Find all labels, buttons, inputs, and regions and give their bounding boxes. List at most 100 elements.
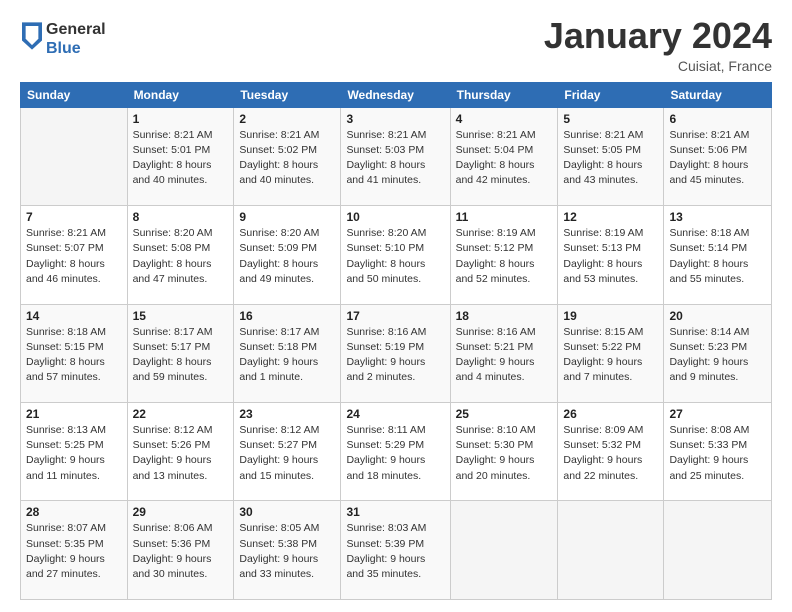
day-number: 7 [26,210,122,224]
weekday-header-monday: Monday [127,82,234,107]
day-info: Sunrise: 8:05 AM Sunset: 5:38 PM Dayligh… [239,521,335,582]
day-number: 28 [26,505,122,519]
day-number: 15 [133,309,229,323]
day-number: 25 [456,407,553,421]
logo-blue: Blue [46,39,106,58]
calendar-cell: 10 Sunrise: 8:20 AM Sunset: 5:10 PM Dayli… [341,206,450,304]
day-number: 11 [456,210,553,224]
weekday-header-row: SundayMondayTuesdayWednesdayThursdayFrid… [21,82,772,107]
day-info: Sunrise: 8:13 AM Sunset: 5:25 PM Dayligh… [26,423,122,484]
day-number: 9 [239,210,335,224]
calendar-cell: 18 Sunrise: 8:16 AM Sunset: 5:21 PM Dayli… [450,304,558,402]
calendar-table: SundayMondayTuesdayWednesdayThursdayFrid… [20,82,772,600]
calendar-cell: 3 Sunrise: 8:21 AM Sunset: 5:03 PM Daylig… [341,107,450,205]
weekday-header-tuesday: Tuesday [234,82,341,107]
logo-icon [22,22,42,50]
day-info: Sunrise: 8:06 AM Sunset: 5:36 PM Dayligh… [133,521,229,582]
calendar-cell: 7 Sunrise: 8:21 AM Sunset: 5:07 PM Daylig… [21,206,128,304]
day-info: Sunrise: 8:17 AM Sunset: 5:18 PM Dayligh… [239,325,335,386]
calendar-cell: 25Sunrise: 8:10 AM Sunset: 5:30 PM Dayli… [450,403,558,501]
calendar-cell: 24Sunrise: 8:11 AM Sunset: 5:29 PM Dayli… [341,403,450,501]
day-number: 21 [26,407,122,421]
day-number: 16 [239,309,335,323]
day-number: 19 [563,309,658,323]
day-info: Sunrise: 8:18 AM Sunset: 5:15 PM Dayligh… [26,325,122,386]
day-number: 20 [669,309,766,323]
weekday-header-saturday: Saturday [664,82,772,107]
header: General Blue January 2024 Cuisiat, Franc… [20,16,772,74]
day-number: 13 [669,210,766,224]
day-info: Sunrise: 8:12 AM Sunset: 5:27 PM Dayligh… [239,423,335,484]
day-number: 17 [346,309,444,323]
calendar-cell: 4 Sunrise: 8:21 AM Sunset: 5:04 PM Daylig… [450,107,558,205]
day-number: 10 [346,210,444,224]
calendar-cell: 21 Sunrise: 8:13 AM Sunset: 5:25 PM Dayli… [21,403,128,501]
calendar-cell: 29 Sunrise: 8:06 AM Sunset: 5:36 PM Dayli… [127,501,234,600]
day-info: Sunrise: 8:03 AM Sunset: 5:39 PM Dayligh… [346,521,444,582]
day-info: Sunrise: 8:20 AM Sunset: 5:10 PM Dayligh… [346,226,444,287]
day-info: Sunrise: 8:08 AM Sunset: 5:33 PM Dayligh… [669,423,766,484]
day-number: 2 [239,112,335,126]
calendar-cell [664,501,772,600]
day-number: 3 [346,112,444,126]
calendar-cell: 9 Sunrise: 8:20 AM Sunset: 5:09 PM Daylig… [234,206,341,304]
day-info: Sunrise: 8:21 AM Sunset: 5:07 PM Dayligh… [26,226,122,287]
day-number: 30 [239,505,335,519]
day-number: 22 [133,407,229,421]
day-number: 4 [456,112,553,126]
calendar-cell [558,501,664,600]
day-number: 18 [456,309,553,323]
calendar-title: January 2024 [544,16,772,56]
day-number: 27 [669,407,766,421]
weekday-header-friday: Friday [558,82,664,107]
calendar-cell: 26 Sunrise: 8:09 AM Sunset: 5:32 PM Dayli… [558,403,664,501]
day-number: 26 [563,407,658,421]
day-number: 31 [346,505,444,519]
calendar-cell: 14 Sunrise: 8:18 AM Sunset: 5:15 PM Dayli… [21,304,128,402]
day-info: Sunrise: 8:16 AM Sunset: 5:21 PM Dayligh… [456,325,553,386]
day-info: Sunrise: 8:21 AM Sunset: 5:04 PM Dayligh… [456,128,553,189]
day-info: Sunrise: 8:07 AM Sunset: 5:35 PM Dayligh… [26,521,122,582]
day-info: Sunrise: 8:15 AM Sunset: 5:22 PM Dayligh… [563,325,658,386]
day-info: Sunrise: 8:20 AM Sunset: 5:09 PM Dayligh… [239,226,335,287]
day-number: 1 [133,112,229,126]
calendar-cell: 12 Sunrise: 8:19 AM Sunset: 5:13 PM Dayli… [558,206,664,304]
calendar-cell: 8Sunrise: 8:20 AM Sunset: 5:08 PM Daylig… [127,206,234,304]
title-block: January 2024 Cuisiat, France [544,16,772,74]
weekday-header-thursday: Thursday [450,82,558,107]
day-number: 29 [133,505,229,519]
day-info: Sunrise: 8:16 AM Sunset: 5:19 PM Dayligh… [346,325,444,386]
day-info: Sunrise: 8:21 AM Sunset: 5:01 PM Dayligh… [133,128,229,189]
calendar-cell: 20 Sunrise: 8:14 AM Sunset: 5:23 PM Dayli… [664,304,772,402]
calendar-cell: 27 Sunrise: 8:08 AM Sunset: 5:33 PM Dayli… [664,403,772,501]
day-info: Sunrise: 8:20 AM Sunset: 5:08 PM Dayligh… [133,226,229,287]
logo: General Blue [20,20,106,58]
day-info: Sunrise: 8:21 AM Sunset: 5:02 PM Dayligh… [239,128,335,189]
weekday-header-wednesday: Wednesday [341,82,450,107]
calendar-cell: 1 Sunrise: 8:21 AM Sunset: 5:01 PM Daylig… [127,107,234,205]
day-info: Sunrise: 8:12 AM Sunset: 5:26 PM Dayligh… [133,423,229,484]
logo-general: General [46,20,106,39]
day-number: 14 [26,309,122,323]
calendar-subtitle: Cuisiat, France [544,58,772,74]
calendar-cell: 23 Sunrise: 8:12 AM Sunset: 5:27 PM Dayli… [234,403,341,501]
day-info: Sunrise: 8:09 AM Sunset: 5:32 PM Dayligh… [563,423,658,484]
day-info: Sunrise: 8:18 AM Sunset: 5:14 PM Dayligh… [669,226,766,287]
calendar-cell: 31 Sunrise: 8:03 AM Sunset: 5:39 PM Dayli… [341,501,450,600]
calendar-cell: 2 Sunrise: 8:21 AM Sunset: 5:02 PM Daylig… [234,107,341,205]
day-info: Sunrise: 8:21 AM Sunset: 5:05 PM Dayligh… [563,128,658,189]
day-number: 6 [669,112,766,126]
calendar-cell: 19 Sunrise: 8:15 AM Sunset: 5:22 PM Dayli… [558,304,664,402]
day-number: 12 [563,210,658,224]
calendar-cell: 15 Sunrise: 8:17 AM Sunset: 5:17 PM Dayli… [127,304,234,402]
day-number: 23 [239,407,335,421]
day-number: 5 [563,112,658,126]
day-info: Sunrise: 8:11 AM Sunset: 5:29 PM Dayligh… [346,423,444,484]
calendar-cell: 5 Sunrise: 8:21 AM Sunset: 5:05 PM Daylig… [558,107,664,205]
day-info: Sunrise: 8:19 AM Sunset: 5:12 PM Dayligh… [456,226,553,287]
day-info: Sunrise: 8:14 AM Sunset: 5:23 PM Dayligh… [669,325,766,386]
day-info: Sunrise: 8:17 AM Sunset: 5:17 PM Dayligh… [133,325,229,386]
day-info: Sunrise: 8:19 AM Sunset: 5:13 PM Dayligh… [563,226,658,287]
weekday-header-sunday: Sunday [21,82,128,107]
day-info: Sunrise: 8:21 AM Sunset: 5:03 PM Dayligh… [346,128,444,189]
